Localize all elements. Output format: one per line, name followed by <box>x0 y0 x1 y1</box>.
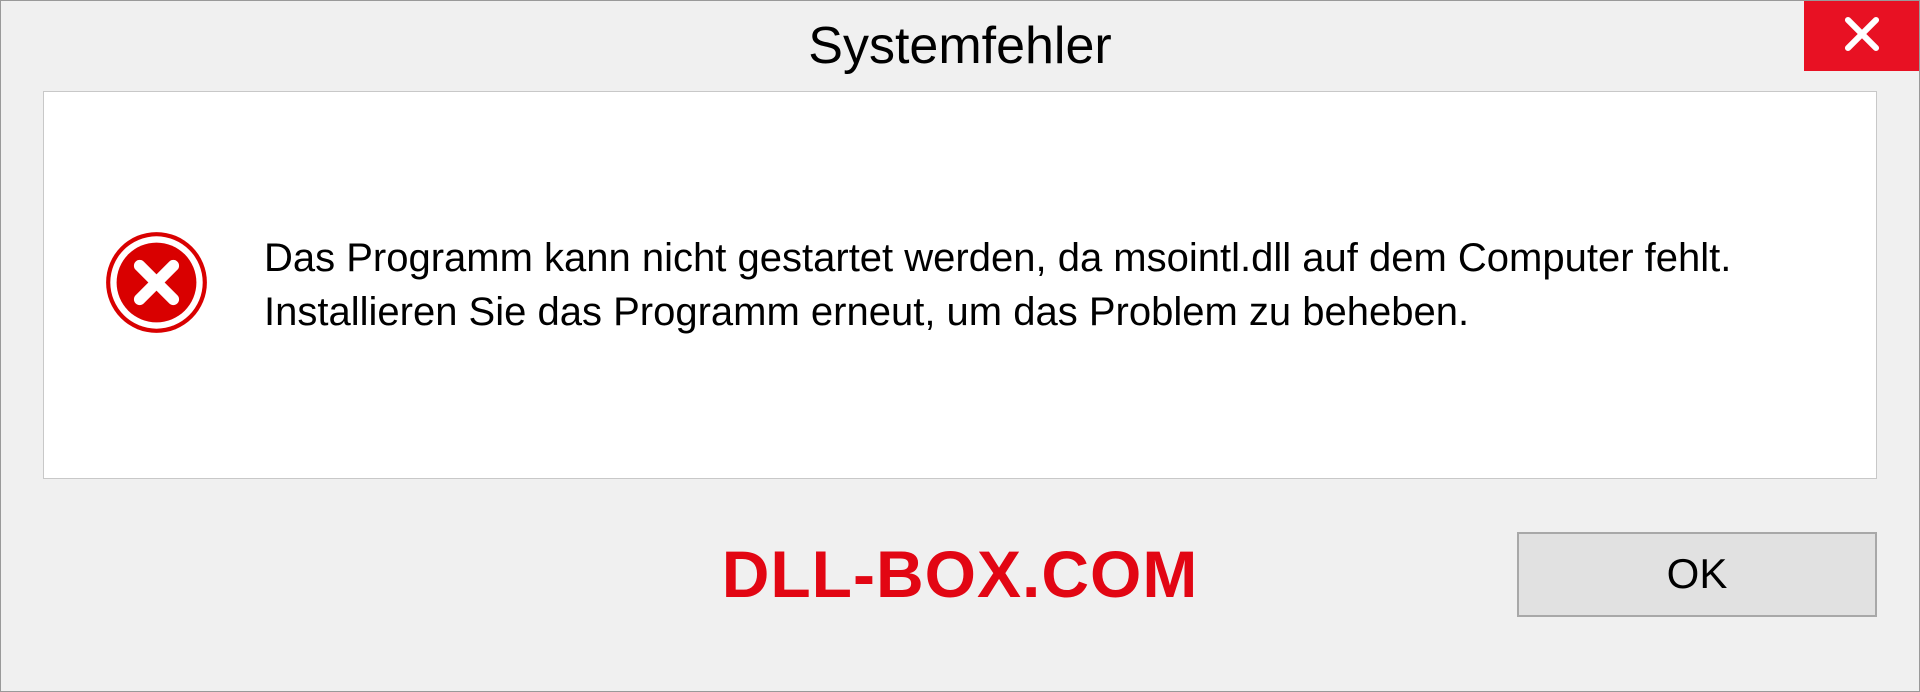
watermark-text: DLL-BOX.COM <box>722 536 1199 612</box>
close-button[interactable] <box>1804 1 1919 71</box>
titlebar: Systemfehler <box>1 1 1919 91</box>
error-message: Das Programm kann nicht gestartet werden… <box>264 231 1816 339</box>
content-area: Das Programm kann nicht gestartet werden… <box>43 91 1877 479</box>
footer: DLL-BOX.COM OK <box>1 479 1919 669</box>
dialog-title: Systemfehler <box>808 16 1111 76</box>
ok-button[interactable]: OK <box>1517 532 1877 617</box>
close-icon <box>1841 13 1883 60</box>
error-dialog: Systemfehler Das Programm kann nicht ges… <box>0 0 1920 692</box>
error-icon <box>104 230 209 340</box>
